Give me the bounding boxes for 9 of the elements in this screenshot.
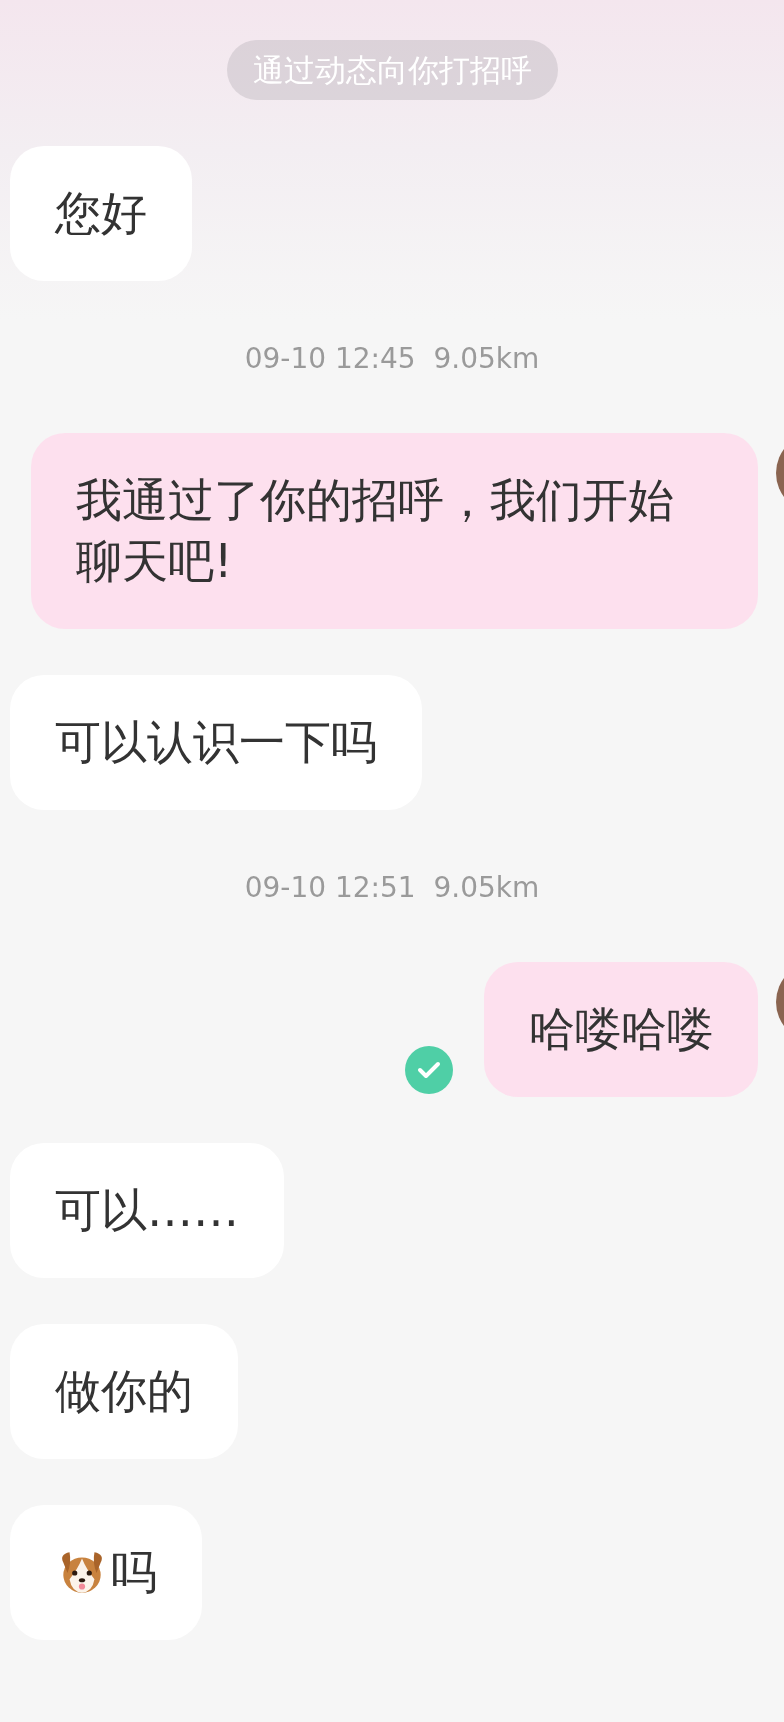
incoming-message: 可以认识一下吗: [10, 675, 422, 810]
message-timestamp: 09-10 12:45 9.05km: [244, 341, 540, 375]
outgoing-message: 我通过了你的招呼，我们开始聊天吧!: [31, 433, 758, 629]
outgoing-message: 哈喽哈喽: [484, 962, 758, 1097]
message-timestamp: 09-10 12:51 9.05km: [244, 870, 540, 904]
incoming-message: 您好: [10, 146, 192, 281]
incoming-message: 做你的: [10, 1324, 238, 1459]
incoming-message: 吗: [10, 1505, 202, 1640]
incoming-message: 可以……: [10, 1143, 284, 1278]
